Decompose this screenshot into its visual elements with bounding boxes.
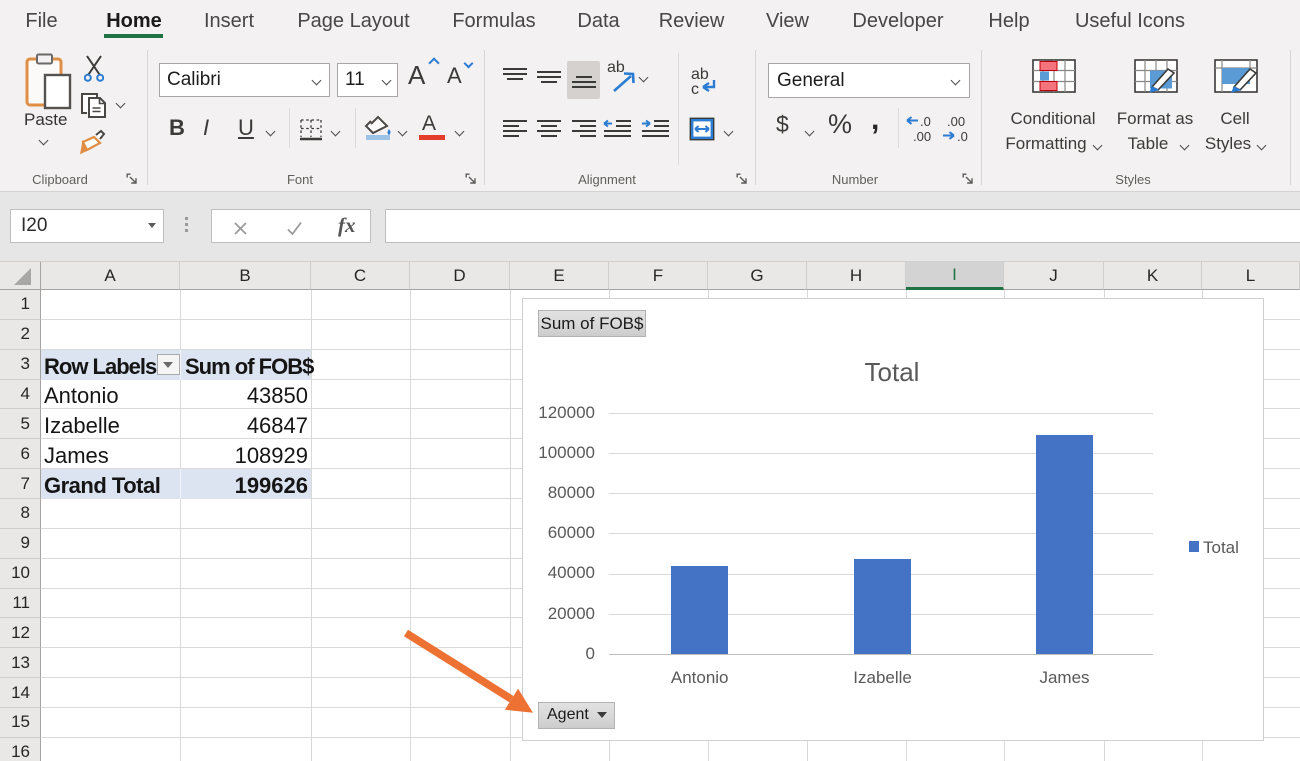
svg-text:.0: .0 (957, 129, 968, 143)
svg-text:.0: .0 (920, 115, 931, 129)
svg-text:.00: .00 (913, 129, 931, 143)
svg-text:c: c (691, 81, 699, 95)
svg-text:.00: .00 (947, 115, 965, 129)
